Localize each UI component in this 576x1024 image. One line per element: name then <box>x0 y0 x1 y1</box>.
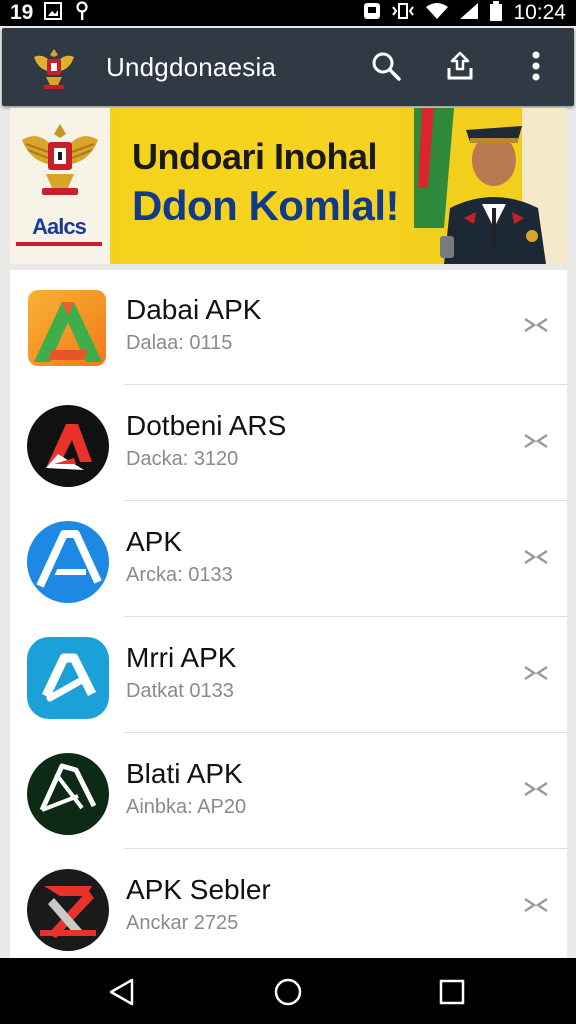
list-item[interactable]: Mrri APK Datkat 0133 <box>10 618 567 733</box>
status-left-time: 19 <box>10 1 34 24</box>
divider <box>124 500 567 501</box>
banner-subheadline: Ddon Komlal! <box>132 182 399 229</box>
cyan-a-app-icon <box>26 636 110 720</box>
list-item[interactable]: Blati APK Ainbka: AP20 <box>10 734 567 849</box>
collapse-icon[interactable] <box>523 662 549 684</box>
app-title: Mrri APK <box>126 642 237 673</box>
list-item[interactable]: APK Arcka: 0133 <box>10 502 567 617</box>
banner-badge-text: Aalcs <box>32 214 87 239</box>
app-list: Dabai APK Dalaa: 0115 Dotbeni ARS Dacka:… <box>10 270 567 958</box>
divider <box>124 616 567 617</box>
list-item[interactable]: APK Sebler Anckar 2725 <box>10 850 567 965</box>
orange-a-app-icon <box>26 288 110 372</box>
promo-banner[interactable]: Aalcs Undoari Inohal Ddon Komlal! <box>10 108 567 264</box>
wifi-icon <box>425 2 449 25</box>
more-options-button[interactable] <box>516 48 556 88</box>
battery-icon <box>489 0 503 26</box>
collapse-icon[interactable] <box>523 894 549 916</box>
banner-headline: Undoari Inohal <box>132 136 378 177</box>
collapse-icon[interactable] <box>523 778 549 800</box>
app-bar: Undgdonaesia <box>2 28 574 106</box>
signal-icon <box>459 2 479 25</box>
share-upload-icon <box>444 50 476 87</box>
app-subtitle: Datkat 0133 <box>126 680 234 702</box>
back-icon <box>106 978 138 1012</box>
share-upload-button[interactable] <box>440 48 480 88</box>
app-title: APK <box>126 526 183 557</box>
home-icon <box>272 978 304 1012</box>
status-time: 10:24 <box>513 1 566 24</box>
red-x-app-icon <box>26 868 110 952</box>
blue-a-app-icon <box>26 520 110 604</box>
app-subtitle: Anckar 2725 <box>126 912 239 934</box>
list-item[interactable]: Dotbeni ARS Dacka: 3120 <box>10 386 567 501</box>
back-button[interactable] <box>106 976 138 1008</box>
app-subtitle: Arcka: 0133 <box>126 564 233 586</box>
recents-icon <box>436 979 468 1012</box>
more-vert-icon <box>530 50 542 87</box>
garuda-emblem-icon <box>30 43 78 91</box>
vpn-key-icon <box>73 0 91 26</box>
app-subtitle: Dalaa: 0115 <box>126 332 233 354</box>
black-red-a-app-icon <box>26 404 110 488</box>
divider <box>124 384 567 385</box>
collapse-icon[interactable] <box>523 314 549 336</box>
app-title: Undgdonaesia <box>106 52 277 82</box>
app-title: Blati APK <box>126 758 243 789</box>
app-subtitle: Ainbka: AP20 <box>126 796 247 818</box>
vibrate-icon <box>391 2 415 25</box>
status-left: 19 <box>10 0 91 26</box>
image-icon <box>43 1 63 26</box>
garuda-emblem-icon <box>18 118 102 202</box>
status-right: 10:24 <box>363 0 566 26</box>
list-item[interactable]: Dabai APK Dalaa: 0115 <box>10 270 567 385</box>
search-button[interactable] <box>366 48 406 88</box>
divider <box>124 732 567 733</box>
app-subtitle: Dacka: 3120 <box>126 448 239 470</box>
officer-photo <box>414 108 567 264</box>
green-black-a-app-icon <box>26 752 110 836</box>
photo-icon <box>363 2 381 25</box>
search-icon <box>370 50 402 87</box>
status-bar: 19 10:24 <box>0 0 576 26</box>
navigation-bar <box>0 958 576 1024</box>
collapse-icon[interactable] <box>523 430 549 452</box>
divider <box>124 848 567 849</box>
collapse-icon[interactable] <box>523 546 549 568</box>
app-title: APK Sebler <box>126 874 271 905</box>
app-title: Dotbeni ARS <box>126 410 287 441</box>
recents-button[interactable] <box>436 976 468 1008</box>
home-button[interactable] <box>272 976 304 1008</box>
app-title: Dabai APK <box>126 294 262 325</box>
